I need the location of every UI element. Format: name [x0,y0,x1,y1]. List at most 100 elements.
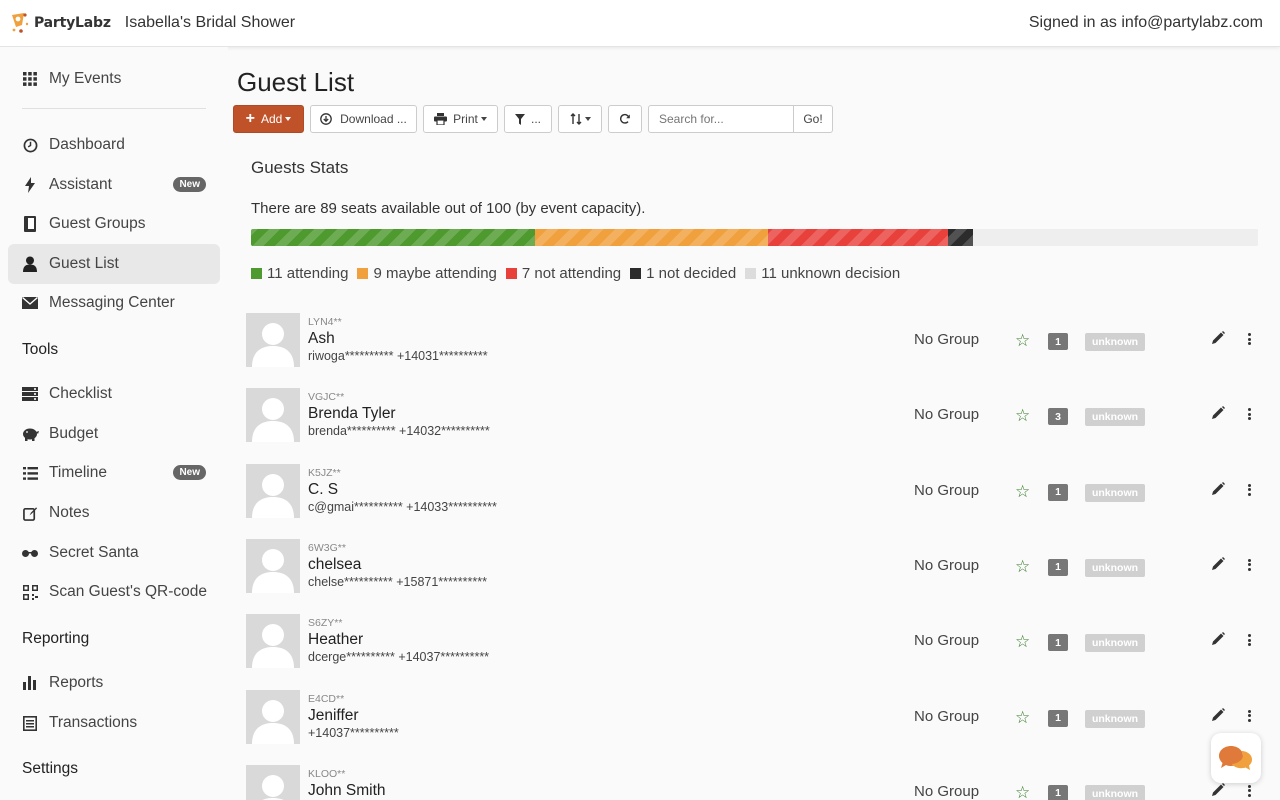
star-icon[interactable]: ☆ [1015,632,1030,652]
guest-row[interactable]: LYN4** Ash riwoga********** +14031********… [228,303,1268,378]
progress-segment [947,229,973,246]
list-icon [21,464,39,482]
pencil-icon[interactable] [1212,556,1228,573]
more-options-icon[interactable] [1244,557,1254,573]
download-button[interactable]: Download ... [310,105,417,133]
status-badge: unknown [1085,558,1145,577]
guest-count-badge: 1 [1048,784,1068,800]
sidebar-item-my-events[interactable]: My Events [8,59,220,99]
guest-contact: c@gmai********** +14033********** [308,499,497,514]
more-options-icon[interactable] [1244,406,1254,422]
signed-in-text[interactable]: Signed in as info@partylabz.com [1029,14,1263,32]
sidebar-item-timeline[interactable]: Timeline New [8,453,220,493]
brand-name: PartyLabz [34,15,111,31]
guest-group: No Group [914,406,980,424]
avatar [246,388,300,443]
add-button[interactable]: + Add [233,105,304,133]
more-options-icon[interactable] [1244,632,1254,648]
pencil-icon[interactable] [1212,331,1228,347]
refresh-button[interactable] [608,105,642,133]
guest-row[interactable]: K5JZ** C. Sc@gmai********** +14033*******… [228,454,1268,529]
progress-segment [534,229,768,246]
sidebar-item-scan-qr[interactable]: Scan Guest's QR-code [8,572,220,612]
caret-down-icon [584,117,591,121]
sidebar-item-guest-list[interactable]: Guest List [8,244,220,284]
search-input[interactable] [648,105,794,133]
sidebar: My Events Dashboard Assistant New Guest … [0,47,228,800]
guest-name[interactable]: C. S [308,481,338,499]
star-icon[interactable]: ☆ [1015,406,1030,426]
guest-contact: chelse********** +15871********** [308,574,487,589]
legend-item: 7 not attending [505,265,621,282]
guest-contact: dcerge********** +14037********** [308,650,490,665]
guest-code: LYN4** [308,316,342,328]
star-icon[interactable]: ☆ [1015,331,1030,351]
partylabz-logo[interactable]: PartyLabz [10,11,111,35]
sidebar-item-label: Budget [49,425,99,442]
chat-button[interactable] [1211,733,1261,783]
avatar [246,689,300,744]
legend-swatch [357,268,369,279]
sidebar-item-reports[interactable]: Reports [8,663,220,703]
sort-button[interactable] [558,105,602,133]
sidebar-item-secret-santa[interactable]: Secret Santa [8,533,220,573]
search-go-button[interactable]: Go! [794,105,833,133]
guest-group: No Group [914,782,980,800]
status-badge: unknown [1085,333,1145,351]
legend-label: 1 not decided [646,265,737,282]
legend-item: 11 unknown decision [745,265,900,282]
sidebar-item-dashboard[interactable]: Dashboard [8,125,220,165]
guest-count-badge: 3 [1048,408,1068,426]
guest-count-badge: 1 [1048,709,1068,727]
pencil-icon[interactable] [1212,406,1228,422]
guest-group: No Group [914,331,980,348]
legend-label: 11 attending [267,265,349,282]
print-icon [434,113,448,125]
chat-icon [1219,744,1253,772]
pencil-icon[interactable] [1212,782,1228,799]
sidebar-item-assistant[interactable]: Assistant New [8,165,220,205]
guest-row[interactable]: KLOO** John Smith No Group ☆ 1 unknown [228,755,1268,800]
search-group: Go! [648,105,833,133]
sidebar-item-label: Guest List [49,255,119,272]
filter-button[interactable]: ... [504,105,552,133]
sidebar-item-transactions[interactable]: Transactions [8,703,220,743]
star-icon[interactable]: ☆ [1015,783,1030,800]
add-button-label: Add [260,112,283,126]
guest-row[interactable]: VGJC** Brenda Tyler brenda********** +1403… [228,378,1268,453]
caret-down-icon [480,117,487,121]
sidebar-item-checklist[interactable]: Checklist [8,374,220,414]
avatar [246,313,300,367]
clock-icon [21,136,39,154]
guest-code: K5JZ** [308,466,341,479]
guest-name[interactable]: chelsea [308,556,361,574]
more-options-icon[interactable] [1244,482,1254,498]
guest-row[interactable]: S6ZY** Heather dcerge********** +14037****… [228,604,1268,679]
star-icon[interactable]: ☆ [1015,482,1030,502]
legend-item: 11 attending [251,265,348,282]
legend-label: 9 maybe attending [373,265,497,282]
pencil-icon[interactable] [1212,632,1228,648]
pencil-icon[interactable] [1212,707,1228,724]
sidebar-item-messaging-center[interactable]: Messaging Center [8,283,220,323]
sidebar-item-budget[interactable]: Budget [8,414,220,454]
legend-swatch [505,268,517,279]
guest-row[interactable]: E4CD** Jeniffer +14037********** No Group ☆ 1… [228,680,1268,755]
sidebar-item-guest-groups[interactable]: Guest Groups [8,204,220,244]
more-options-icon[interactable] [1244,331,1254,347]
print-button[interactable]: Print [423,105,498,133]
guest-name[interactable]: Ash [308,330,335,348]
guest-name[interactable]: Brenda Tyler [308,405,396,423]
star-icon[interactable]: ☆ [1015,557,1030,577]
legend-item: 9 maybe attending [357,265,497,282]
pencil-icon[interactable] [1212,481,1228,498]
guest-row[interactable]: 6W3G** chelsea chelse********** +15871****… [228,529,1268,604]
guest-name[interactable]: Jeniffer [308,707,359,725]
avatar [246,614,300,669]
more-options-icon[interactable] [1244,708,1254,724]
sidebar-item-notes[interactable]: Notes [8,493,220,533]
guest-name[interactable]: John Smith [308,782,386,800]
guest-name[interactable]: Heather [308,631,363,649]
star-icon[interactable]: ☆ [1015,708,1030,728]
more-options-icon[interactable] [1244,783,1254,799]
